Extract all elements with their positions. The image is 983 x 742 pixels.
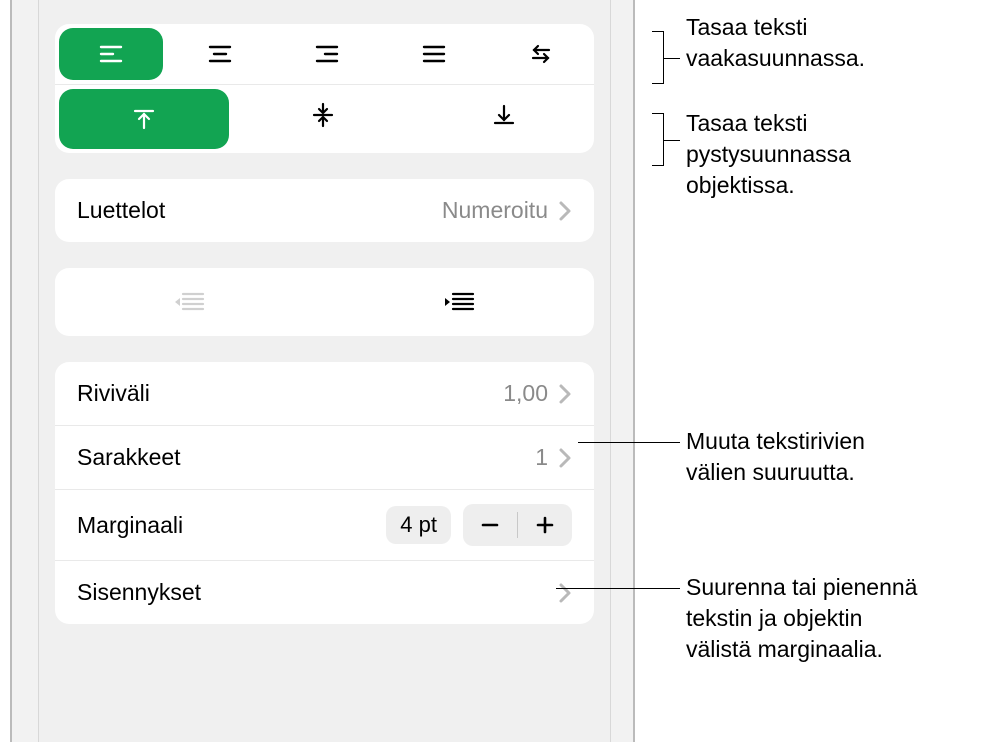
alignment-card bbox=[55, 24, 594, 153]
lists-card: Luettelot Numeroitu bbox=[55, 179, 594, 242]
margin-label: Marginaali bbox=[77, 512, 386, 539]
align-justify-button[interactable] bbox=[381, 24, 488, 84]
callout-margin: Suurenna tai pienennä tekstin ja objekti… bbox=[686, 572, 917, 665]
columns-value: 1 bbox=[535, 444, 548, 471]
inspector-panel: Luettelot Numeroitu bbox=[38, 0, 611, 742]
margin-decrease-button[interactable] bbox=[463, 504, 517, 546]
indent-controls-card bbox=[55, 268, 594, 336]
align-center-button[interactable] bbox=[167, 24, 274, 84]
outdent-icon bbox=[173, 288, 207, 316]
callout-horizontal-align: Tasaa teksti vaakasuunnassa. bbox=[686, 12, 865, 74]
plus-icon bbox=[534, 514, 556, 536]
align-right-icon bbox=[313, 40, 341, 68]
align-center-icon bbox=[206, 40, 234, 68]
align-left-button[interactable] bbox=[59, 28, 163, 80]
bracket bbox=[652, 31, 664, 84]
indent-button[interactable] bbox=[325, 268, 595, 336]
chevron-right-icon bbox=[558, 383, 572, 405]
margin-stepper bbox=[463, 504, 572, 546]
line-spacing-row[interactable]: Riviväli 1,00 bbox=[55, 362, 594, 426]
outdent-button bbox=[55, 268, 325, 336]
indents-label: Sisennykset bbox=[77, 579, 558, 606]
chevron-right-icon bbox=[558, 582, 572, 604]
line-spacing-value: 1,00 bbox=[503, 380, 548, 407]
vertical-align-group bbox=[55, 85, 594, 153]
callout-vertical-align: Tasaa teksti pystysuunnassa objektissa. bbox=[686, 108, 851, 201]
callout-leader bbox=[556, 588, 680, 589]
margin-increase-button[interactable] bbox=[518, 504, 572, 546]
lists-label: Luettelot bbox=[77, 197, 442, 224]
horizontal-align-group bbox=[55, 24, 594, 85]
spacing-card: Riviväli 1,00 Sarakkeet 1 Marginaali 4 p… bbox=[55, 362, 594, 624]
lists-row[interactable]: Luettelot Numeroitu bbox=[55, 179, 594, 242]
callout-line-spacing: Muuta tekstirivien välien suuruutta. bbox=[686, 426, 865, 488]
indents-row[interactable]: Sisennykset bbox=[55, 561, 594, 624]
columns-label: Sarakkeet bbox=[77, 444, 535, 471]
callout-leader bbox=[664, 140, 680, 141]
bracket bbox=[652, 113, 664, 166]
line-spacing-label: Riviväli bbox=[77, 380, 503, 407]
chevron-right-icon bbox=[558, 200, 572, 222]
indent-icon bbox=[442, 288, 476, 316]
align-top-icon bbox=[130, 105, 158, 133]
align-bottom-icon bbox=[490, 101, 518, 129]
direction-arrows-icon bbox=[527, 40, 555, 68]
align-justify-icon bbox=[420, 40, 448, 68]
lists-value: Numeroitu bbox=[442, 197, 548, 224]
callout-leader bbox=[664, 58, 680, 59]
align-right-button[interactable] bbox=[274, 24, 381, 84]
columns-row[interactable]: Sarakkeet 1 bbox=[55, 426, 594, 490]
align-top-button[interactable] bbox=[59, 89, 229, 149]
inspector-panel-frame: Luettelot Numeroitu bbox=[10, 0, 635, 742]
align-middle-icon bbox=[309, 101, 337, 129]
margin-value: 4 pt bbox=[386, 506, 451, 544]
chevron-right-icon bbox=[558, 447, 572, 469]
minus-icon bbox=[479, 514, 501, 536]
align-direction-button[interactable] bbox=[487, 24, 594, 84]
align-middle-button[interactable] bbox=[233, 85, 414, 145]
callout-leader bbox=[578, 442, 680, 443]
align-left-icon bbox=[97, 40, 125, 68]
margin-row: Marginaali 4 pt bbox=[55, 490, 594, 561]
align-bottom-button[interactable] bbox=[414, 85, 595, 145]
